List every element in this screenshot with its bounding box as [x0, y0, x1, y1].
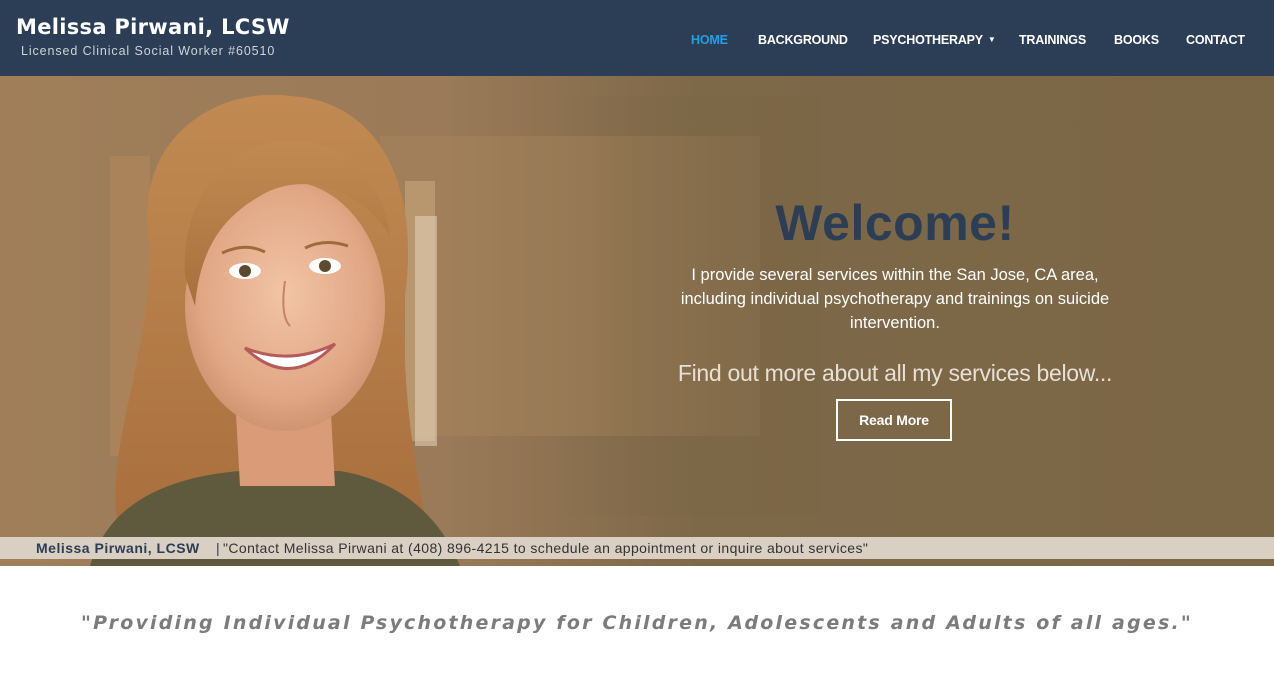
site-subtitle: Licensed Clinical Social Worker #60510: [21, 44, 276, 58]
hero-section: Welcome! I provide several services with…: [0, 76, 1274, 566]
nav-trainings[interactable]: TRAININGS: [1019, 33, 1086, 47]
site-title[interactable]: Melissa Pirwani, LCSW: [16, 15, 290, 39]
nav-home[interactable]: HOME: [691, 33, 728, 47]
nav-background[interactable]: BACKGROUND: [758, 33, 848, 47]
read-more-button[interactable]: Read More: [836, 399, 952, 441]
contact-strip: Melissa Pirwani, LCSW | "Contact Melissa…: [0, 537, 1274, 559]
contact-strip-message: "Contact Melissa Pirwani at (408) 896-42…: [223, 540, 869, 556]
nav-contact[interactable]: CONTACT: [1186, 33, 1245, 47]
nav-psychotherapy-label: PSYCHOTHERAPY: [873, 33, 983, 47]
tagline: "Providing Individual Psychotherapy for …: [80, 612, 1193, 634]
contact-strip-name: Melissa Pirwani, LCSW: [36, 540, 200, 556]
nav-psychotherapy[interactable]: PSYCHOTHERAPY ▼: [873, 33, 996, 47]
find-more-text: Find out more about all my services belo…: [677, 360, 1113, 386]
welcome-heading: Welcome!: [775, 194, 1015, 251]
caret-down-icon: ▼: [987, 35, 996, 44]
site-header: Melissa Pirwani, LCSW Licensed Clinical …: [0, 0, 1274, 76]
contact-strip-separator: |: [216, 540, 220, 556]
nav-books[interactable]: BOOKS: [1114, 33, 1159, 47]
intro-text: I provide several services within the Sa…: [680, 265, 1110, 332]
